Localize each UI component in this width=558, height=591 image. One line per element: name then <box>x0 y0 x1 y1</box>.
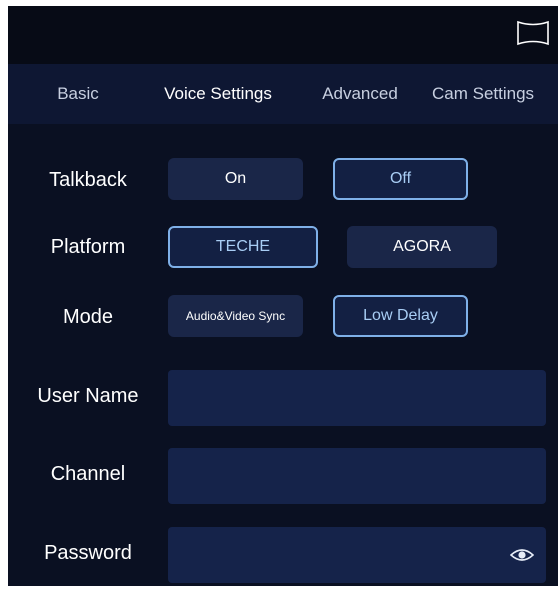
tab-cam-settings[interactable]: Cam Settings <box>432 64 558 124</box>
settings-tabs: Basic Voice Settings Advanced Cam Settin… <box>8 64 558 179</box>
user-name-field[interactable] <box>168 370 546 426</box>
top-bar <box>8 6 558 64</box>
tab-voice-settings[interactable]: Voice Settings <box>148 64 288 124</box>
voice-settings-panel: Talkback On Off Platform TECHE AGORA Mod… <box>8 124 558 586</box>
channel-label: Channel <box>50 463 126 485</box>
tab-basic[interactable]: Basic <box>48 64 108 124</box>
mode-label: Mode <box>62 306 114 328</box>
talkback-off-button[interactable]: Off <box>333 158 468 200</box>
talkback-label: Talkback <box>49 169 127 191</box>
fullscreen-icon[interactable] <box>516 18 550 48</box>
user-name-label: User Name <box>37 385 139 407</box>
talkback-on-button[interactable]: On <box>168 158 303 200</box>
channel-field[interactable] <box>168 448 546 504</box>
platform-label: Platform <box>50 236 126 258</box>
mode-av-sync-button[interactable]: Audio&Video Sync <box>168 295 303 337</box>
password-field[interactable] <box>168 527 546 583</box>
platform-teche-button[interactable]: TECHE <box>168 226 318 268</box>
platform-agora-button[interactable]: AGORA <box>347 226 497 268</box>
password-label: Password <box>44 542 132 564</box>
tab-advanced[interactable]: Advanced <box>310 64 410 124</box>
mode-low-delay-button[interactable]: Low Delay <box>333 295 468 337</box>
voice-settings-screen: Basic Voice Settings Advanced Cam Settin… <box>8 6 558 586</box>
eye-icon[interactable] <box>509 545 535 565</box>
